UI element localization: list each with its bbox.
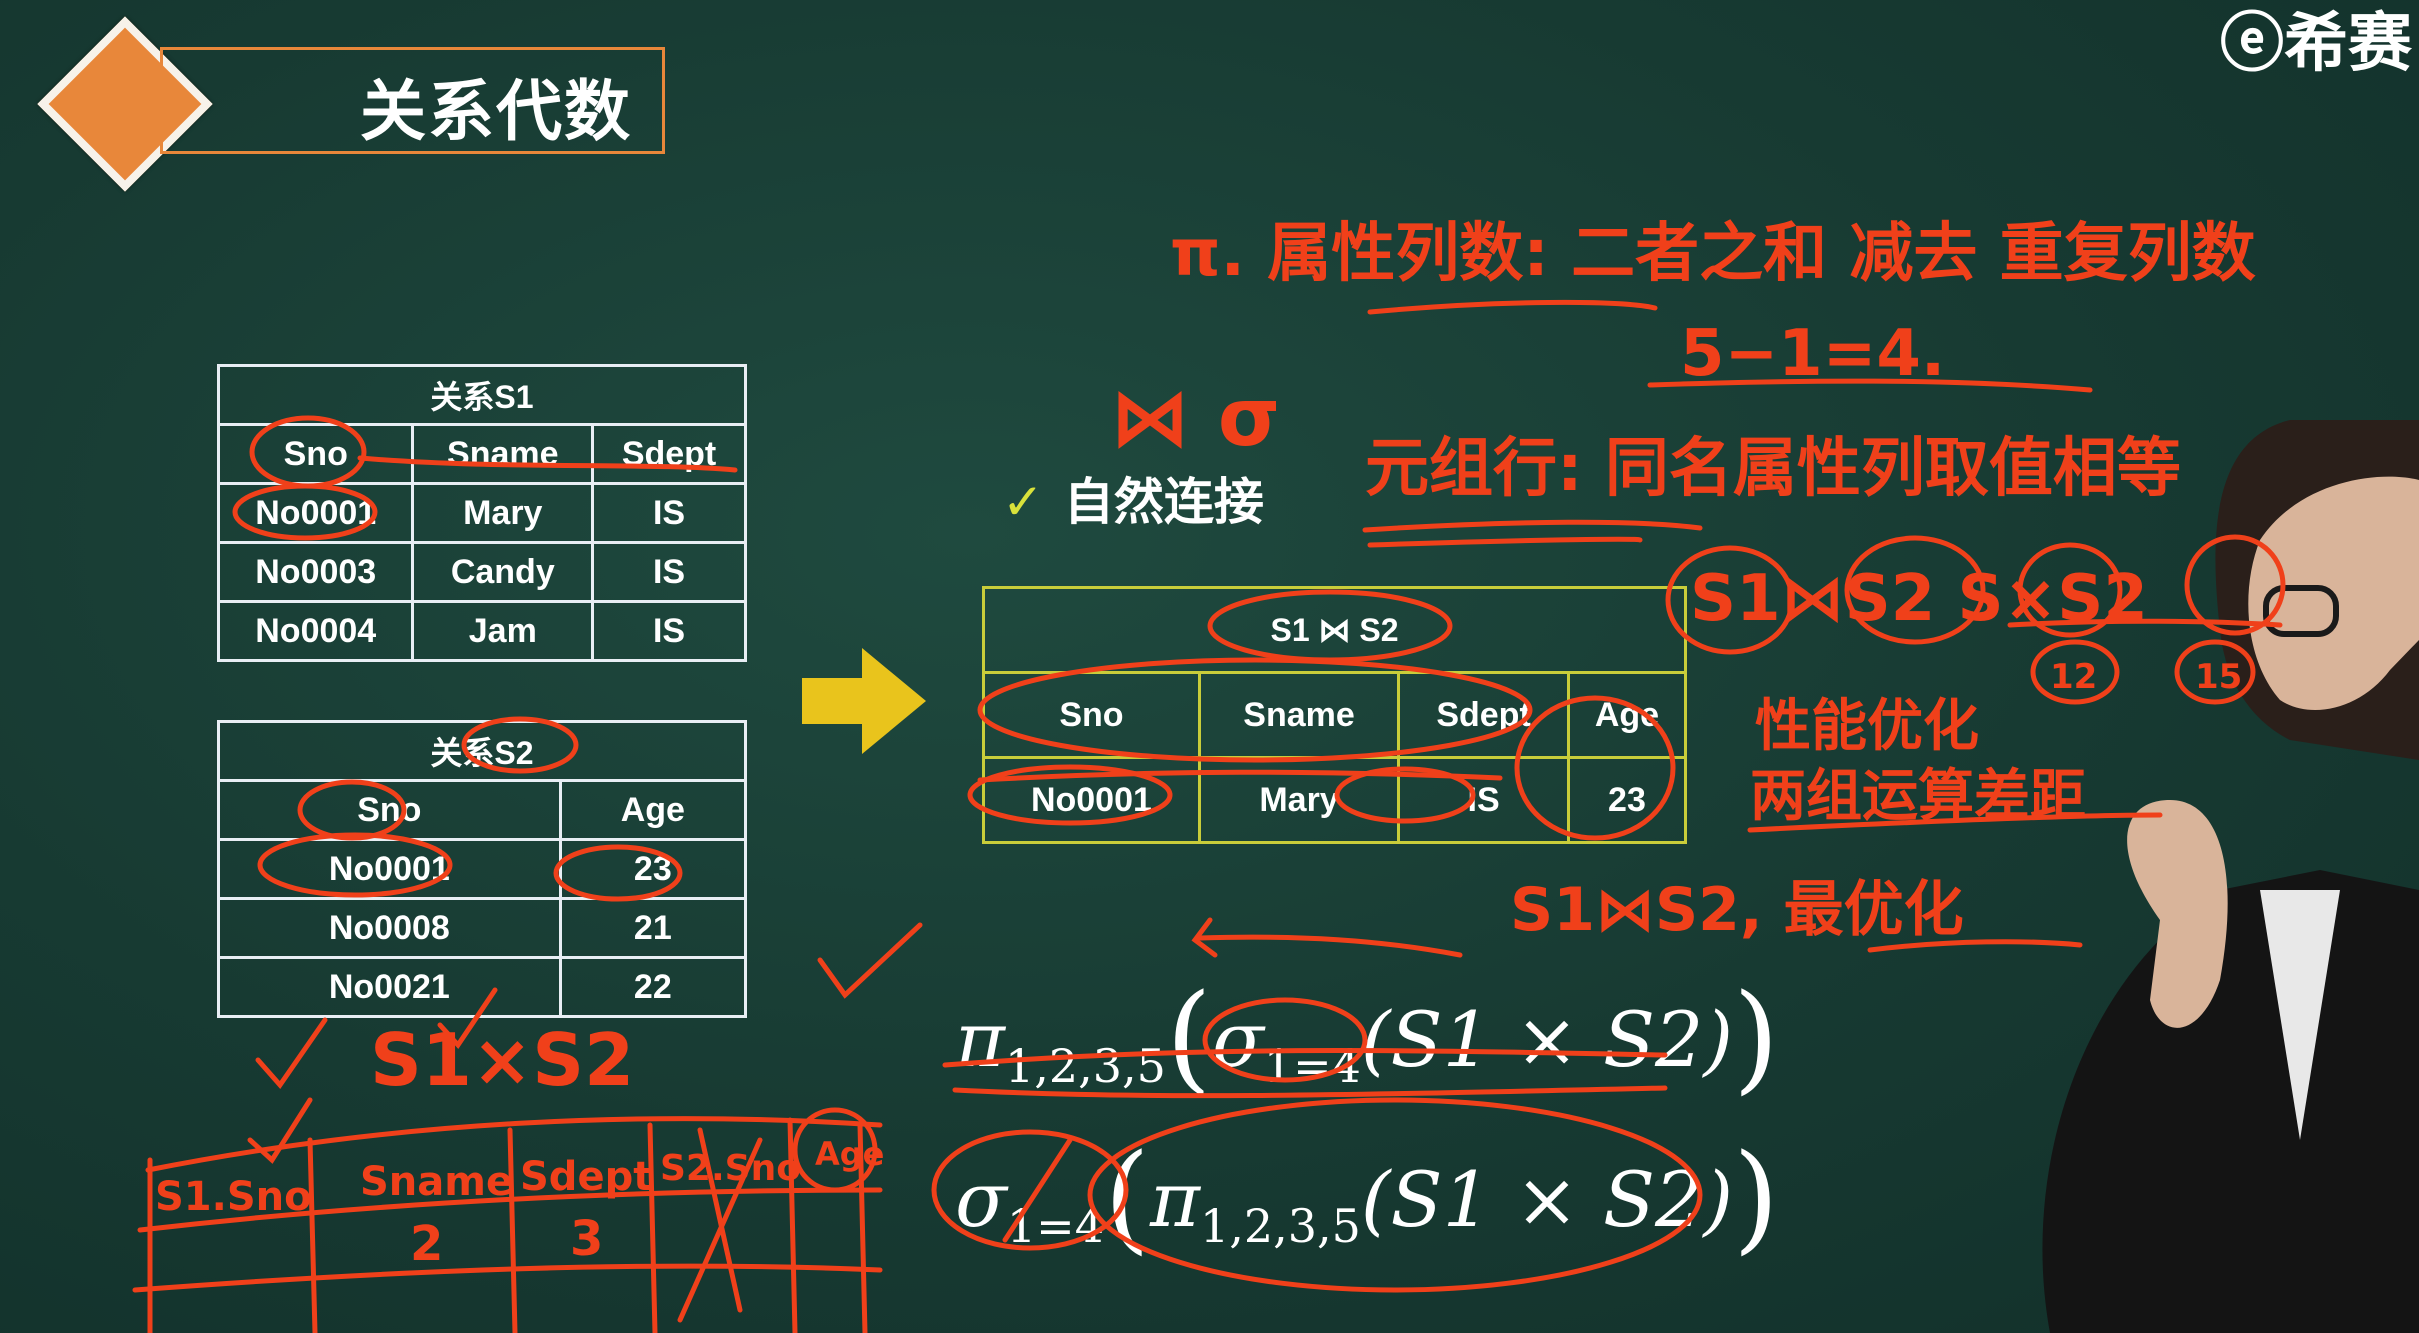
handwritten-note-performance: 性能优化 — [1755, 694, 1979, 759]
handwritten-note-tuples: 元组行: 同名属性列取值相等 — [1365, 432, 2181, 506]
handwritten-cross-header: Sdept — [520, 1154, 652, 1200]
handwritten-note-attributes: π. 属性列数: 二者之和 减去 重复列数 — [1170, 217, 2256, 291]
handwritten-join-symbols: ⋈ σ — [1110, 371, 1280, 464]
handwritten-cross-header: S2.Sno — [660, 1148, 801, 1189]
handwritten-cross-cell: 3 — [570, 1211, 603, 1267]
handwritten-circled-number: 15 — [2195, 657, 2242, 697]
handwritten-note-join: S1⋈S2 S×S2 — [1690, 562, 2148, 636]
handwritten-circled-number: 12 — [2050, 657, 2097, 697]
handwritten-cross-header: S1.Sno — [155, 1174, 312, 1220]
handwritten-note-count: 5−1=4. — [1680, 317, 1945, 391]
handwritten-annotations: π. 属性列数: 二者之和 减去 重复列数 5−1=4. ⋈ σ 元组行: 同名… — [132, 217, 2286, 1333]
handwritten-note-optimal: S1⋈S2, 最优化 — [1510, 875, 1964, 945]
handwritten-cross-cell: 2 — [410, 1216, 443, 1272]
handwritten-cross-label: S1×S2 — [370, 1018, 634, 1102]
handwritten-cross-header: Sname — [360, 1159, 513, 1205]
handwritten-cross-header: Age — [815, 1135, 884, 1173]
handwritten-note-difference: 两组运算差距 — [1750, 764, 2086, 829]
